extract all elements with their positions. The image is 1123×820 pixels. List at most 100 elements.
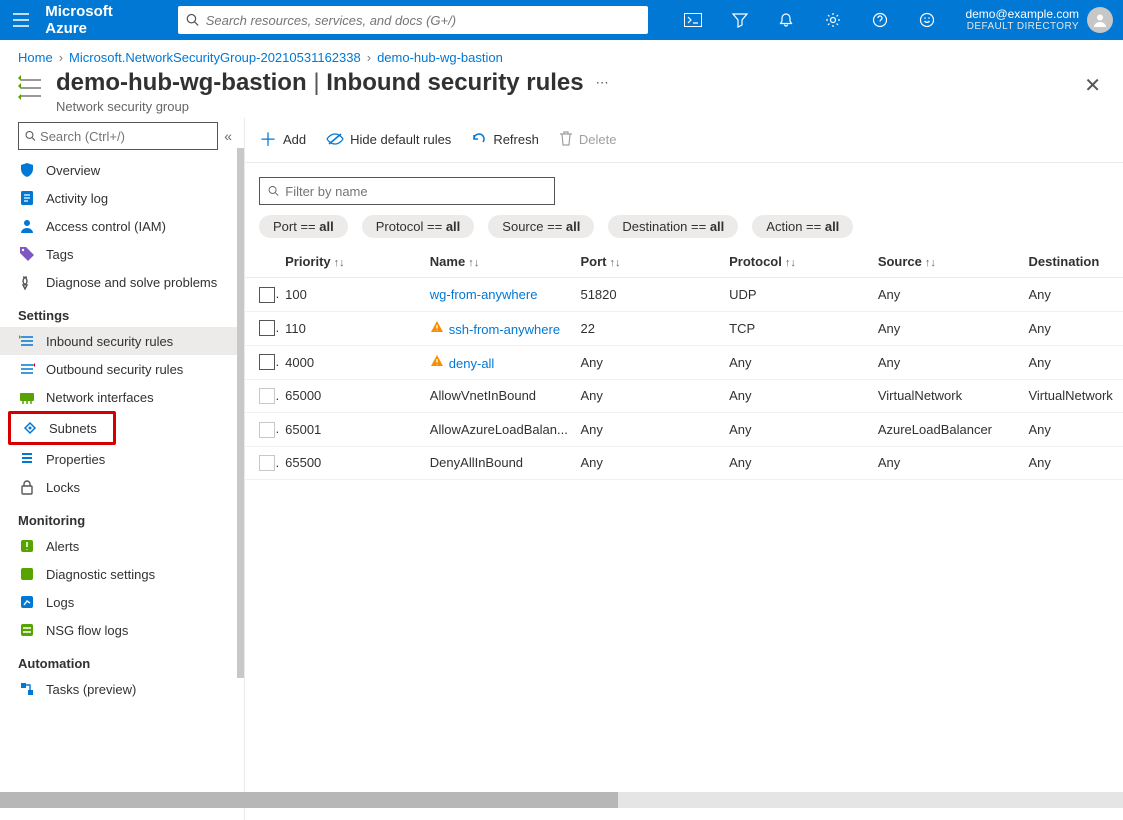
- sidebar-item-alerts[interactable]: Alerts: [0, 532, 244, 560]
- cell-priority: 100: [279, 278, 424, 312]
- sidebar-item-properties[interactable]: Properties: [0, 445, 244, 473]
- cell-source: VirtualNetwork: [872, 379, 1023, 413]
- table-row[interactable]: 110 ssh-from-anywhere 22 TCP Any Any: [245, 311, 1123, 345]
- col-destination[interactable]: Destination: [1022, 246, 1123, 278]
- sidebar-item-locks[interactable]: Locks: [0, 473, 244, 501]
- help-button[interactable]: [864, 3, 897, 37]
- rule-name-link[interactable]: ssh-from-anywhere: [424, 311, 575, 345]
- table-row[interactable]: 100 wg-from-anywhere 51820 UDP Any Any: [245, 278, 1123, 312]
- filter-pill-destination[interactable]: Destination == all: [608, 215, 738, 238]
- outbound-icon: [18, 361, 36, 377]
- rule-name-link[interactable]: deny-all: [424, 345, 575, 379]
- cell-port: Any: [574, 379, 723, 413]
- alert-icon: [18, 538, 36, 554]
- cell-source: Any: [872, 345, 1023, 379]
- rule-name-link[interactable]: wg-from-anywhere: [424, 278, 575, 312]
- sidebar-item-tasks-preview-[interactable]: Tasks (preview): [0, 675, 244, 703]
- cell-source: AzureLoadBalancer: [872, 413, 1023, 447]
- window-horizontal-scrollbar[interactable]: [0, 792, 1123, 808]
- col-priority[interactable]: Priority↑↓: [279, 246, 424, 278]
- close-button[interactable]: ✕: [1084, 69, 1105, 98]
- cell-protocol: Any: [723, 379, 872, 413]
- account-button[interactable]: demo@example.com DEFAULT DIRECTORY: [965, 7, 1113, 33]
- breadcrumb-resource[interactable]: demo-hub-wg-bastion: [377, 50, 503, 65]
- sidebar: « OverviewActivity logAccess control (IA…: [0, 118, 245, 820]
- nsg-icon: [18, 69, 48, 101]
- filter-icon: [732, 12, 748, 28]
- sidebar-item-inbound-security-rules[interactable]: Inbound security rules: [0, 327, 244, 355]
- hide-default-rules-button[interactable]: Hide default rules: [326, 132, 451, 147]
- toolbar: ＋Add Hide default rules Refresh Delete: [245, 122, 1123, 163]
- sidebar-scrollbar[interactable]: [237, 148, 244, 678]
- settings-button[interactable]: [817, 3, 850, 37]
- filter-pill-protocol[interactable]: Protocol == all: [362, 215, 475, 238]
- sidebar-item-diagnostic-settings[interactable]: Diagnostic settings: [0, 560, 244, 588]
- breadcrumb-separator: ›: [367, 50, 371, 65]
- sidebar-item-activity-log[interactable]: Activity log: [0, 184, 244, 212]
- sidebar-item-diagnose-and-solve-problems[interactable]: Diagnose and solve problems: [0, 268, 244, 296]
- top-bar: Microsoft Azure demo@example.com DEFAULT…: [0, 0, 1123, 40]
- directory-filter-button[interactable]: [723, 3, 756, 37]
- sidebar-item-logs[interactable]: Logs: [0, 588, 244, 616]
- sidebar-item-subnets[interactable]: Subnets: [11, 414, 113, 442]
- col-port[interactable]: Port↑↓: [574, 246, 723, 278]
- filter-name[interactable]: [259, 177, 555, 205]
- more-actions-button[interactable]: ⋯: [596, 75, 609, 91]
- content-pane: ＋Add Hide default rules Refresh Delete P…: [245, 118, 1123, 820]
- filter-pill-source[interactable]: Source == all: [488, 215, 594, 238]
- props-icon: [18, 451, 36, 467]
- global-search-input[interactable]: [206, 13, 641, 28]
- table-row[interactable]: 65000 AllowVnetInBound Any Any VirtualNe…: [245, 379, 1123, 413]
- account-email: demo@example.com: [965, 7, 1079, 21]
- sidebar-item-tags[interactable]: Tags: [0, 240, 244, 268]
- search-icon: [186, 13, 199, 27]
- sidebar-search[interactable]: [18, 122, 218, 150]
- sidebar-section-settings: Settings: [0, 296, 244, 327]
- page-title: demo-hub-wg-bastion | Inbound security r…: [56, 69, 584, 97]
- sidebar-item-network-interfaces[interactable]: Network interfaces: [0, 383, 244, 411]
- sidebar-item-label: Diagnose and solve problems: [46, 275, 217, 290]
- subnet-icon: [21, 420, 39, 436]
- notifications-button[interactable]: [770, 3, 803, 37]
- sidebar-item-nsg-flow-logs[interactable]: NSG flow logs: [0, 616, 244, 644]
- breadcrumb-home[interactable]: Home: [18, 50, 53, 65]
- row-checkbox[interactable]: [259, 287, 275, 303]
- table-row[interactable]: 4000 deny-all Any Any Any Any: [245, 345, 1123, 379]
- sort-icon: ↑↓: [925, 257, 936, 269]
- add-button[interactable]: ＋Add: [259, 126, 306, 152]
- feedback-button[interactable]: [911, 3, 944, 37]
- table-row[interactable]: 65500 DenyAllInBound Any Any Any Any: [245, 446, 1123, 480]
- filter-pills: Port == all Protocol == all Source == all D…: [259, 215, 1123, 238]
- col-source[interactable]: Source↑↓: [872, 246, 1023, 278]
- sidebar-item-label: Network interfaces: [46, 390, 154, 405]
- sidebar-item-subnets-highlight: Subnets: [8, 411, 116, 445]
- col-protocol[interactable]: Protocol↑↓: [723, 246, 872, 278]
- sidebar-item-label: Inbound security rules: [46, 334, 173, 349]
- table-row[interactable]: 65001 AllowAzureLoadBalan... Any Any Azu…: [245, 413, 1123, 447]
- sidebar-item-label: Diagnostic settings: [46, 567, 155, 582]
- cell-protocol: UDP: [723, 278, 872, 312]
- brand-label[interactable]: Microsoft Azure: [45, 3, 154, 37]
- hamburger-menu[interactable]: [10, 9, 31, 31]
- sidebar-item-outbound-security-rules[interactable]: Outbound security rules: [0, 355, 244, 383]
- global-search[interactable]: [178, 6, 648, 34]
- sidebar-item-access-control-iam-[interactable]: Access control (IAM): [0, 212, 244, 240]
- refresh-button[interactable]: Refresh: [471, 131, 539, 147]
- cloud-shell-button[interactable]: [676, 3, 709, 37]
- cell-port: 22: [574, 311, 723, 345]
- filter-pill-port[interactable]: Port == all: [259, 215, 348, 238]
- row-checkbox[interactable]: [259, 354, 275, 370]
- cell-source: Any: [872, 446, 1023, 480]
- breadcrumb-group[interactable]: Microsoft.NetworkSecurityGroup-202105311…: [69, 50, 361, 65]
- collapse-sidebar-button[interactable]: «: [224, 128, 232, 144]
- row-checkbox[interactable]: [259, 320, 275, 336]
- filter-pill-action[interactable]: Action == all: [752, 215, 853, 238]
- warning-icon: [430, 320, 444, 334]
- col-name[interactable]: Name↑↓: [424, 246, 575, 278]
- sidebar-search-input[interactable]: [40, 129, 211, 144]
- sidebar-item-overview[interactable]: Overview: [0, 156, 244, 184]
- cell-destination: Any: [1022, 278, 1123, 312]
- filter-name-input[interactable]: [285, 184, 546, 199]
- cell-protocol: TCP: [723, 311, 872, 345]
- inbound-icon: [18, 333, 36, 349]
